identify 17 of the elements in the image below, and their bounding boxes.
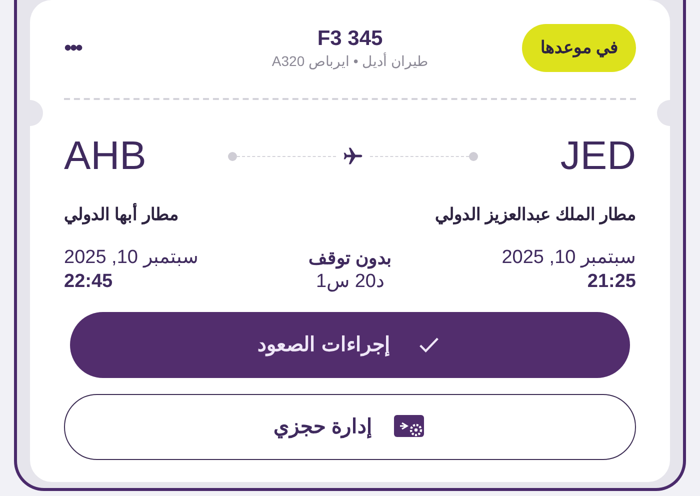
manage-booking-button[interactable]: إدارة حجزي — [64, 394, 636, 460]
flight-time: 21:25 — [587, 270, 636, 294]
airport-name: مطار أبها الدولي — [64, 202, 178, 226]
stops-label: بدون توقف — [308, 246, 392, 270]
airport-code: JED — [560, 136, 636, 176]
flight-number: F3 345 — [317, 26, 383, 52]
flight-details: طيران أديل • ايرباص A320 — [272, 52, 428, 70]
airport-code: AHB — [64, 136, 146, 176]
airport-name: مطار الملك عبدالعزيز الدولي — [434, 204, 636, 226]
boarding-button[interactable]: إجراءات الصعود — [70, 312, 630, 378]
departure-date: سبتمبر 10, 2025 — [502, 246, 636, 270]
more-button[interactable]: ••• — [64, 37, 82, 59]
flight-time: 22:45 — [64, 270, 113, 294]
plane-icon — [342, 145, 364, 167]
status-badge: في موعدها — [522, 24, 636, 72]
flight-duration: 1س 20د — [316, 270, 384, 294]
arrival-date: سبتمبر 10, 2025 — [64, 246, 198, 270]
